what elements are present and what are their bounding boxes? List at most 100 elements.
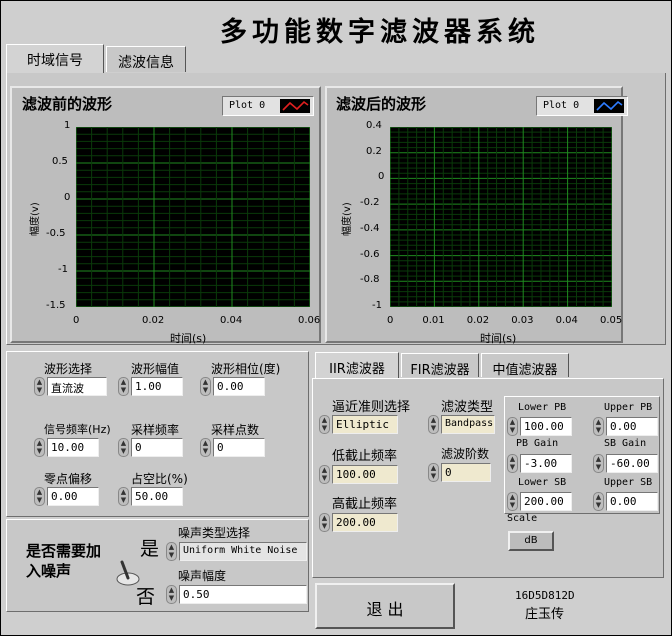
n-spinner[interactable]: ▲ ▼ — [200, 438, 211, 457]
scale-db-button[interactable]: dB — [508, 531, 554, 551]
high-cut-value[interactable]: 200.00 — [332, 513, 398, 532]
tab-time-signal[interactable]: 时域信号 — [6, 44, 104, 76]
order-value[interactable]: 0 — [441, 463, 491, 482]
low-cut-value[interactable]: 100.00 — [332, 465, 398, 484]
duty-control[interactable]: ▲ ▼ 50.00 — [118, 487, 183, 506]
graph1-legend[interactable]: Plot 0 — [222, 96, 314, 116]
phase-control[interactable]: ▲ ▼ 0.00 — [200, 377, 265, 396]
upper-sb-spinner[interactable]: ▲ ▼ — [593, 492, 604, 511]
duty-spinner[interactable]: ▲ ▼ — [118, 487, 129, 506]
phase-value[interactable]: 0.00 — [213, 377, 265, 396]
tab-filter-info[interactable]: 滤波信息 — [106, 46, 186, 72]
author-id: 16D5D812D — [515, 589, 575, 602]
order-control[interactable]: ▲ ▼ 0 — [428, 463, 491, 482]
duty-label: 占空比(%) — [131, 472, 188, 486]
tab-fir-filter[interactable]: FIR滤波器 — [401, 353, 479, 378]
noise-type-spinner[interactable]: ▲ ▼ — [166, 542, 177, 561]
wave-type-label: 波形选择 — [44, 362, 93, 376]
n-control[interactable]: ▲ ▼ 0 — [200, 438, 265, 457]
lower-sb-control[interactable]: ▲ ▼ 200.00 — [507, 492, 572, 511]
noise-type-ring[interactable]: ▲ ▼ Uniform White Noise — [166, 542, 307, 561]
phase-label: 波形相位(度) — [211, 362, 281, 376]
noise-amp-spinner[interactable]: ▲ ▼ — [166, 585, 177, 604]
noise-amp-value[interactable]: 0.50 — [179, 585, 307, 604]
n-value[interactable]: 0 — [213, 438, 265, 457]
high-cut-control[interactable]: ▲ ▼ 200.00 — [319, 513, 398, 532]
offset-value[interactable]: 0.00 — [47, 487, 99, 506]
wave-type-ring[interactable]: ▲ ▼ 直流波 — [34, 377, 107, 396]
fs-spinner[interactable]: ▲ ▼ — [118, 438, 129, 457]
freq-control[interactable]: ▲ ▼ 10.00 — [34, 438, 99, 457]
freq-spinner[interactable]: ▲ ▼ — [34, 438, 45, 457]
freq-value[interactable]: 10.00 — [47, 438, 99, 457]
duty-value[interactable]: 50.00 — [131, 487, 183, 506]
approx-value[interactable]: Elliptic — [332, 415, 398, 434]
high-cut-spinner[interactable]: ▲ ▼ — [319, 513, 330, 532]
graph2-legend[interactable]: Plot 0 — [536, 96, 628, 116]
sb-gain-spinner[interactable]: ▲ ▼ — [593, 454, 604, 473]
x-tick-label: 0.02 — [142, 315, 165, 326]
pb-gain-control[interactable]: ▲ ▼ -3.00 — [507, 454, 572, 473]
wave-type-spinner[interactable]: ▲ ▼ — [34, 377, 45, 396]
pb-gain-value[interactable]: -3.00 — [520, 454, 572, 473]
graph1-plot-area[interactable] — [76, 127, 310, 307]
y-tick-label: -1 — [372, 300, 382, 311]
upper-sb-value[interactable]: 0.00 — [606, 492, 658, 511]
graph1-legend-label: Plot 0 — [229, 100, 266, 111]
sb-gain-control[interactable]: ▲ ▼ -60.00 — [593, 454, 658, 473]
offset-control[interactable]: ▲ ▼ 0.00 — [34, 487, 99, 506]
lower-sb-spinner[interactable]: ▲ ▼ — [507, 492, 518, 511]
fs-value[interactable]: 0 — [131, 438, 183, 457]
upper-sb-control[interactable]: ▲ ▼ 0.00 — [593, 492, 658, 511]
y-tick-label: -0.5 — [46, 228, 66, 239]
lower-sb-value[interactable]: 200.00 — [520, 492, 572, 511]
y-tick-label: 0.4 — [366, 120, 382, 131]
lower-pb-label: Lower PB — [518, 402, 567, 413]
ftype-spinner[interactable]: ▲ ▼ — [428, 415, 439, 434]
amplitude-control[interactable]: ▲ ▼ 1.00 — [118, 377, 183, 396]
exit-button[interactable]: 退 出 — [315, 583, 455, 629]
upper-pb-spinner[interactable]: ▲ ▼ — [593, 417, 604, 436]
pb-gain-spinner[interactable]: ▲ ▼ — [507, 454, 518, 473]
upper-pb-value[interactable]: 0.00 — [606, 417, 658, 436]
y-tick-label: -1.5 — [46, 300, 66, 311]
tab-median-filter[interactable]: 中值滤波器 — [481, 353, 569, 378]
graph2-plot-area[interactable] — [390, 127, 612, 307]
order-label: 滤波阶数 — [441, 447, 490, 461]
offset-spinner[interactable]: ▲ ▼ — [34, 487, 45, 506]
order-spinner[interactable]: ▲ ▼ — [428, 463, 439, 482]
approx-ring[interactable]: ▲ ▼ Elliptic — [319, 415, 398, 434]
phase-spinner[interactable]: ▲ ▼ — [200, 377, 211, 396]
low-cut-spinner[interactable]: ▲ ▼ — [319, 465, 330, 484]
sb-gain-value[interactable]: -60.00 — [606, 454, 658, 473]
noise-amp-control[interactable]: ▲ ▼ 0.50 — [166, 585, 307, 604]
graph1-ylabel: 幅度(v) — [30, 202, 41, 236]
noise-toggle-switch[interactable] — [116, 558, 140, 586]
x-tick-label: 0 — [73, 315, 80, 326]
amplitude-value[interactable]: 1.00 — [131, 377, 183, 396]
y-tick-label: -0.8 — [360, 274, 380, 286]
fs-control[interactable]: ▲ ▼ 0 — [118, 438, 183, 457]
ftype-value[interactable]: Bandpass — [441, 415, 495, 434]
approx-label: 逼近准则选择 — [332, 400, 411, 415]
y-tick-label: -0.2 — [360, 197, 380, 209]
low-cut-control[interactable]: ▲ ▼ 100.00 — [319, 465, 398, 484]
y-tick-label: -0.4 — [360, 222, 380, 234]
tab-iir-filter[interactable]: IIR滤波器 — [315, 352, 399, 380]
upper-pb-control[interactable]: ▲ ▼ 0.00 — [593, 417, 658, 436]
lower-sb-label: Lower SB — [518, 477, 567, 488]
amplitude-spinner[interactable]: ▲ ▼ — [118, 377, 129, 396]
scale-label: Scale — [507, 513, 538, 524]
lower-pb-control[interactable]: ▲ ▼ 100.00 — [507, 417, 572, 436]
lower-pb-spinner[interactable]: ▲ ▼ — [507, 417, 518, 436]
x-tick-label: 0.06 — [298, 315, 321, 326]
x-tick-label: 0.02 — [466, 315, 490, 326]
freq-label: 信号频率(Hz) — [44, 423, 111, 436]
noise-type-value[interactable]: Uniform White Noise — [179, 542, 307, 561]
ftype-ring[interactable]: ▲ ▼ Bandpass — [428, 415, 495, 434]
approx-spinner[interactable]: ▲ ▼ — [319, 415, 330, 434]
lower-pb-value[interactable]: 100.00 — [520, 417, 572, 436]
fs-label: 采样频率 — [131, 423, 180, 437]
wave-type-value[interactable]: 直流波 — [47, 377, 107, 396]
ftype-label: 滤波类型 — [441, 400, 494, 415]
